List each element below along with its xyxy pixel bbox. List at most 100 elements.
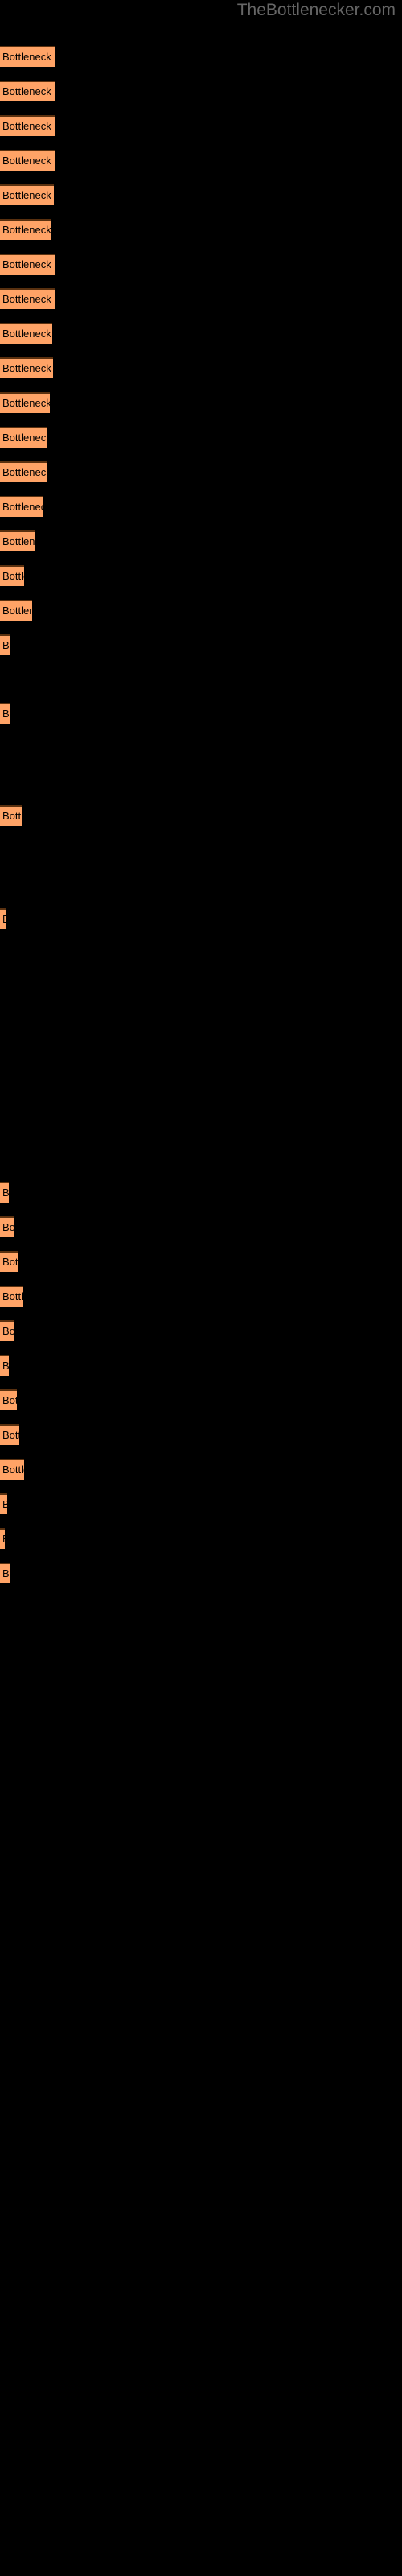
bar[interactable]: Bottleneck result — [0, 461, 47, 482]
bar-row: Bottleneck result — [0, 254, 402, 275]
bar-label: Bottleneck result — [2, 1221, 14, 1233]
bar[interactable]: Bottleneck result — [0, 1216, 14, 1237]
bar[interactable]: Bottleneck result — [0, 600, 32, 621]
bar-row: Bottleneck result — [0, 80, 402, 101]
bar-label: Bottleneck result — [2, 1429, 19, 1441]
bar[interactable]: Bottleneck result — [0, 323, 52, 344]
bar-row: Bottleneck result — [0, 1216, 402, 1237]
bar-row: Bottleneck result — [0, 184, 402, 205]
bar-row: Bottleneck result — [0, 1424, 402, 1445]
bar-row: Bottleneck result — [0, 150, 402, 171]
bottleneck-bar-chart: TheBottlenecker.com Bottleneck result Bot… — [0, 0, 402, 2576]
bar-row: Bottleneck result — [0, 600, 402, 621]
bar-label: Bottleneck result — [2, 1360, 9, 1372]
bar[interactable]: Bottleneck result — [0, 115, 55, 136]
bar-label: Bottleneck result — [2, 810, 22, 822]
bar[interactable]: Bottleneck result — [0, 1182, 9, 1203]
bar[interactable]: Bottleneck result — [0, 1424, 19, 1445]
bar-label: Bottleneck result — [2, 570, 24, 582]
bar-label: Bottleneck result — [2, 224, 51, 236]
bar[interactable]: Bottleneck result — [0, 565, 24, 586]
site-watermark: TheBottlenecker.com — [236, 1, 396, 19]
bar[interactable]: Bottleneck result — [0, 1320, 14, 1341]
bar-row: Bottleneck result — [0, 703, 402, 724]
bar-label: Bottleneck result — [2, 85, 55, 97]
bar-row: Bottleneck result — [0, 1182, 402, 1203]
bar-label: Bottleneck result — [2, 1499, 7, 1510]
bar-row: Bottleneck result — [0, 461, 402, 482]
bar[interactable]: Bottleneck result — [0, 703, 10, 724]
bar-label: Bottleneck result — [2, 466, 47, 478]
bar-label: Bottleneck result — [2, 431, 47, 444]
bar[interactable]: Bottleneck result — [0, 634, 10, 655]
bar-row: Bottleneck result — [0, 565, 402, 586]
bar-row: Bottleneck result — [0, 288, 402, 309]
bar-label: Bottleneck result — [2, 1394, 17, 1406]
bar[interactable]: Bottleneck result — [0, 496, 43, 517]
bar[interactable]: Bottleneck result — [0, 1389, 17, 1410]
bar-label: Bottleneck result — [2, 1567, 10, 1579]
bar-label: Bottleneck result — [2, 501, 43, 513]
bar-label: Bottleneck result — [2, 155, 55, 167]
bar-label: Bottleneck result — [2, 1187, 9, 1199]
bar[interactable]: Bottleneck result — [0, 150, 55, 171]
bar-row: Bottleneck result — [0, 46, 402, 67]
bar-row: Bottleneck result — [0, 219, 402, 240]
bar-label: Bottleneck result — [2, 1290, 23, 1302]
bar-row: Bottleneck result — [0, 530, 402, 551]
bar-label: Bottleneck result — [2, 1325, 14, 1337]
bar[interactable]: Bottleneck result — [0, 254, 55, 275]
bar-label: Bottleneck result — [2, 258, 55, 270]
bar[interactable]: Bottleneck result — [0, 184, 54, 205]
bar-row: Bottleneck result — [0, 115, 402, 136]
bar-label: Bottleneck result — [2, 1463, 24, 1476]
bar[interactable]: Bottleneck result — [0, 1355, 9, 1376]
bar[interactable]: Bottleneck result — [0, 805, 22, 826]
bar[interactable]: Bottleneck result — [0, 908, 6, 929]
bar-label: Bottleneck result — [2, 535, 35, 547]
bar-row: Bottleneck result — [0, 1355, 402, 1376]
bar[interactable]: Bottleneck result — [0, 357, 53, 378]
bar-row: Bottleneck result — [0, 427, 402, 448]
bar[interactable]: Bottleneck result — [0, 46, 55, 67]
bar-label: Bottleneck result — [2, 362, 53, 374]
bar[interactable]: Bottleneck result — [0, 1251, 18, 1272]
bar-label: Bottleneck result — [2, 708, 10, 720]
bar-label: Bottleneck result — [2, 605, 32, 617]
bar[interactable]: Bottleneck result — [0, 1493, 7, 1514]
bar[interactable]: Bottleneck result — [0, 80, 55, 101]
bar-label: Bottleneck result — [2, 914, 6, 925]
bar[interactable]: Bottleneck result — [0, 530, 35, 551]
bar-row: Bottleneck result — [0, 805, 402, 826]
bar-row: Bottleneck result — [0, 1320, 402, 1341]
bar-label: Bottleneck result — [2, 397, 50, 409]
bar-row: Bottleneck result — [0, 1459, 402, 1480]
bar-label: Bottleneck result — [2, 189, 54, 201]
bar-row: Bottleneck result — [0, 1251, 402, 1272]
bar[interactable]: Bottleneck result — [0, 219, 51, 240]
bar-label: Bottleneck result — [2, 1256, 18, 1268]
bar-row: Bottleneck result — [0, 1493, 402, 1514]
bar[interactable]: Bottleneck result — [0, 288, 55, 309]
bar[interactable]: Bottleneck result — [0, 1563, 10, 1583]
bar-label: Bottleneck result — [2, 639, 10, 651]
bar-label: Bottleneck result — [2, 51, 55, 63]
bar-row: Bottleneck result — [0, 1528, 402, 1549]
bar[interactable]: Bottleneck result — [0, 1528, 5, 1549]
bar[interactable]: Bottleneck result — [0, 1286, 23, 1307]
bar-row: Bottleneck result — [0, 1389, 402, 1410]
bar-row: Bottleneck result — [0, 1286, 402, 1307]
bar[interactable]: Bottleneck result — [0, 1459, 24, 1480]
bar-row: Bottleneck result — [0, 908, 402, 929]
bar-row: Bottleneck result — [0, 392, 402, 413]
bar-label: Bottleneck result — [2, 293, 55, 305]
bar-label: Bottleneck result — [2, 120, 55, 132]
bar[interactable]: Bottleneck result — [0, 427, 47, 448]
bar-label: Bottleneck result — [2, 1534, 5, 1545]
bar-row: Bottleneck result — [0, 496, 402, 517]
bar-row: Bottleneck result — [0, 323, 402, 344]
bar-label: Bottleneck result — [2, 328, 52, 340]
bar[interactable]: Bottleneck result — [0, 392, 50, 413]
bar-row: Bottleneck result — [0, 634, 402, 655]
bar-row: Bottleneck result — [0, 357, 402, 378]
